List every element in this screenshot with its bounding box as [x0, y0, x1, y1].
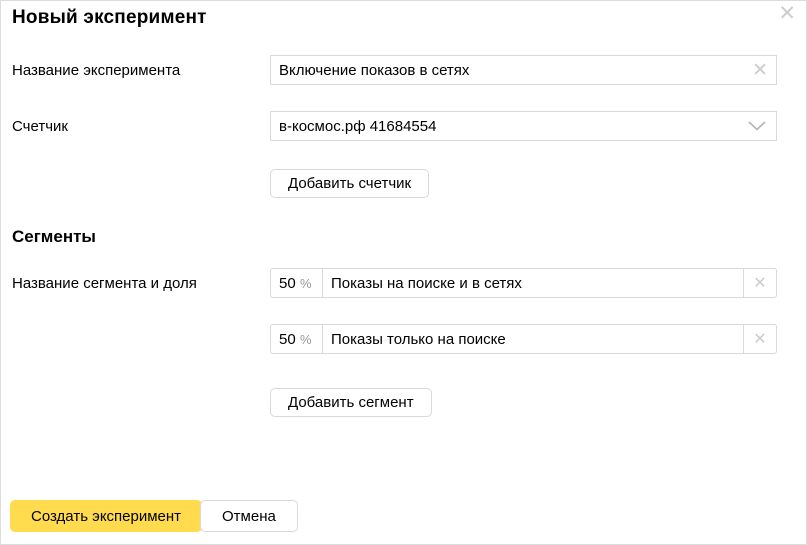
- segment-row: % ✕: [270, 268, 777, 298]
- segment-share-cell: %: [271, 325, 323, 353]
- page-title: Новый эксперимент: [12, 7, 207, 29]
- segment-name-input[interactable]: [323, 269, 743, 297]
- counter-select[interactable]: в-космос.рф 41684554: [270, 111, 777, 141]
- experiment-name-field: ✕: [270, 55, 777, 85]
- segment-share-cell: %: [271, 269, 323, 297]
- counter-selected-value: в-космос.рф 41684554: [271, 118, 738, 135]
- segment-share-input[interactable]: [271, 269, 299, 297]
- cancel-button[interactable]: Отмена: [200, 500, 298, 532]
- percent-sign: %: [299, 276, 312, 291]
- remove-segment-icon[interactable]: ✕: [743, 325, 776, 353]
- segments-heading: Сегменты: [12, 227, 96, 247]
- add-counter-button[interactable]: Добавить счетчик: [270, 169, 429, 198]
- segment-name-cell: [323, 269, 743, 297]
- segment-name-cell: [323, 325, 743, 353]
- create-experiment-button[interactable]: Создать эксперимент: [10, 500, 202, 532]
- experiment-name-label: Название эксперимента: [12, 62, 180, 79]
- experiment-name-input[interactable]: [271, 56, 744, 84]
- remove-segment-icon[interactable]: ✕: [743, 269, 776, 297]
- close-icon[interactable]: ✕: [778, 3, 796, 24]
- segment-share-input[interactable]: [271, 325, 299, 353]
- percent-sign: %: [299, 332, 312, 347]
- chevron-down-icon: [738, 121, 776, 131]
- add-segment-button[interactable]: Добавить сегмент: [270, 388, 432, 417]
- segment-row: % ✕: [270, 324, 777, 354]
- counter-label: Счетчик: [12, 118, 68, 135]
- segment-row-label: Название сегмента и доля: [12, 275, 197, 292]
- clear-input-icon[interactable]: ✕: [744, 61, 776, 80]
- segment-name-input[interactable]: [323, 325, 743, 353]
- new-experiment-dialog: Новый эксперимент ✕ Название эксперимент…: [0, 0, 807, 545]
